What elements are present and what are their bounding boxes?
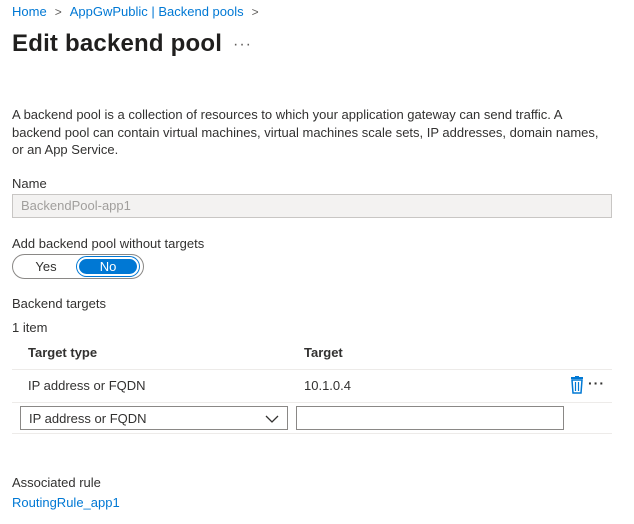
trash-icon[interactable]: [569, 376, 585, 394]
table-divider: [12, 402, 612, 403]
breadcrumb: Home > AppGwPublic | Backend pools >: [12, 4, 267, 19]
table-divider: [12, 433, 612, 434]
without-targets-label: Add backend pool without targets: [12, 236, 205, 251]
title-more-button[interactable]: ···: [233, 36, 252, 54]
target-input[interactable]: [296, 406, 564, 430]
name-field[interactable]: BackendPool-app1: [12, 194, 612, 218]
name-label: Name: [12, 176, 47, 191]
breadcrumb-backend-pools-link[interactable]: AppGwPublic | Backend pools: [70, 4, 244, 19]
associated-rule-label: Associated rule: [12, 475, 101, 490]
target-type-selected: IP address or FQDN: [29, 410, 147, 426]
page-description: A backend pool is a collection of resour…: [12, 107, 599, 157]
row-target-type: IP address or FQDN: [28, 378, 146, 393]
column-header-target: Target: [304, 345, 343, 360]
toggle-option-yes[interactable]: Yes: [15, 257, 77, 276]
backend-targets-count: 1 item: [12, 320, 48, 335]
more-dots-icon[interactable]: ···: [588, 375, 605, 391]
backend-targets-heading: Backend targets: [12, 296, 106, 311]
target-type-dropdown[interactable]: IP address or FQDN: [20, 406, 288, 430]
toggle-option-no[interactable]: No: [77, 257, 139, 276]
breadcrumb-home-link[interactable]: Home: [12, 4, 47, 19]
associated-rule-link[interactable]: RoutingRule_app1: [12, 495, 120, 510]
chevron-down-icon: [265, 411, 279, 426]
table-row: IP address or FQDN 10.1.0.4: [12, 370, 612, 402]
breadcrumb-separator-trailing: >: [251, 4, 259, 19]
column-header-target-type: Target type: [28, 345, 98, 360]
without-targets-toggle[interactable]: Yes No: [12, 254, 144, 279]
breadcrumb-separator: >: [54, 4, 62, 19]
page-title: Edit backend pool: [12, 30, 223, 57]
row-target: 10.1.0.4: [304, 378, 351, 393]
